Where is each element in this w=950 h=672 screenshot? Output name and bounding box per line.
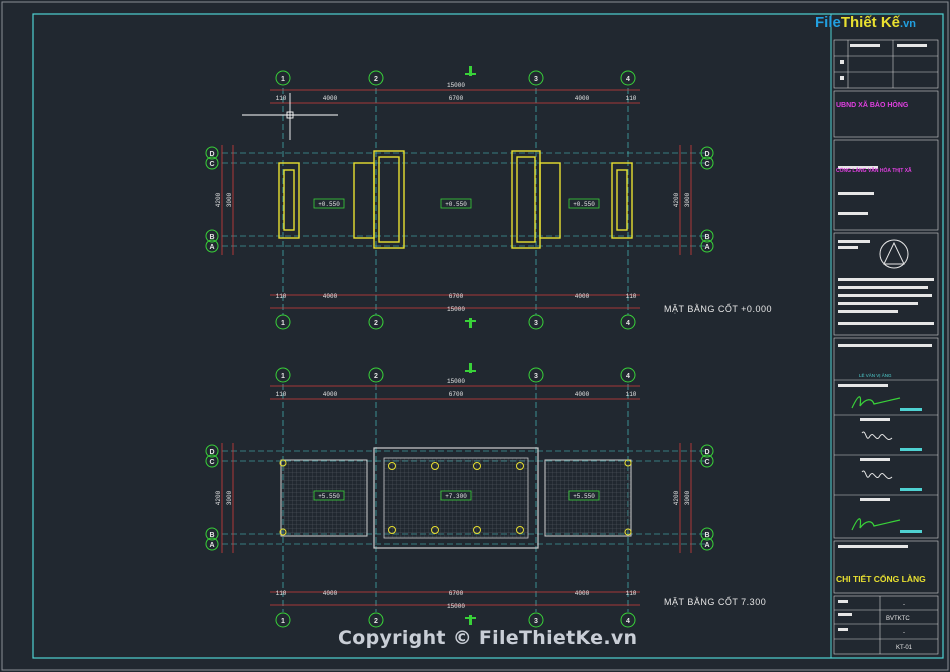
svg-text:B: B (209, 532, 214, 539)
grid-bubbles (205, 70, 714, 628)
svg-text:B: B (704, 532, 709, 539)
level-tag: +0.550 (445, 201, 467, 208)
svg-text:110: 110 (276, 590, 287, 597)
svg-text:3000: 3000 (226, 490, 233, 505)
svg-text:4000: 4000 (323, 293, 338, 300)
svg-text:2: 2 (374, 76, 378, 83)
svg-text:A: A (209, 244, 214, 251)
svg-text:3: 3 (534, 373, 538, 380)
grid-bubble-labels: 1234 1234 1234 1234 DCBA DCBA DCBA DCBA (209, 76, 709, 625)
svg-text:6700: 6700 (449, 95, 464, 102)
svg-text:1: 1 (281, 320, 285, 327)
svg-text:D: D (704, 151, 709, 158)
section-markers (465, 66, 476, 625)
svg-text:1: 1 (281, 76, 285, 83)
site-logo: FileThiết Kế.vn (815, 14, 935, 40)
drawing-border (32, 13, 944, 659)
svg-text:110: 110 (626, 391, 637, 398)
designer-name: LÊ VĂN VỊ ÂNG (859, 371, 892, 378)
svg-text:4: 4 (626, 320, 630, 327)
svg-text:3: 3 (534, 618, 538, 625)
svg-text:15000: 15000 (447, 82, 465, 89)
svg-text:A: A (704, 244, 709, 251)
level-tag: +5.550 (573, 493, 595, 500)
svg-text:110: 110 (626, 590, 637, 597)
svg-text:6700: 6700 (449, 391, 464, 398)
logo-vn: .vn (900, 18, 916, 30)
svg-text:4: 4 (626, 618, 630, 625)
svg-text:15000: 15000 (447, 306, 465, 313)
svg-text:4000: 4000 (575, 590, 590, 597)
plan-title: MẶT BẰNG CỐT +0.000 (664, 303, 772, 314)
svg-text:C: C (209, 459, 214, 466)
svg-text:C: C (704, 161, 709, 168)
svg-text:4200: 4200 (215, 490, 222, 505)
svg-text:4000: 4000 (323, 590, 338, 597)
svg-text:4200: 4200 (673, 192, 680, 207)
svg-text:110: 110 (276, 293, 287, 300)
svg-text:4000: 4000 (575, 293, 590, 300)
svg-text:110: 110 (276, 95, 287, 102)
svg-text:4000: 4000 (575, 391, 590, 398)
svg-text:1: 1 (281, 373, 285, 380)
svg-text:3: 3 (534, 76, 538, 83)
svg-text:4: 4 (626, 76, 630, 83)
title-block (833, 39, 939, 655)
svg-text:3000: 3000 (226, 192, 233, 207)
svg-text:110: 110 (276, 391, 287, 398)
svg-text:D: D (209, 151, 214, 158)
svg-text:110: 110 (626, 95, 637, 102)
svg-text:A: A (209, 542, 214, 549)
svg-text:4: 4 (626, 373, 630, 380)
svg-text:3000: 3000 (684, 490, 691, 505)
svg-text:4200: 4200 (215, 192, 222, 207)
owner-name: UBND XÃ BẢO HÒNG (836, 100, 909, 109)
logo-thietke: Thiết Kế (840, 14, 901, 31)
svg-text:6700: 6700 (449, 590, 464, 597)
svg-text:1: 1 (281, 618, 285, 625)
level-tag: +5.550 (318, 493, 340, 500)
cad-drawing-canvas[interactable]: +0.550 +0.550 +0.550 MẶT BẰNG CỐT +0.000 (0, 0, 950, 672)
sheet-title: CHI TIẾT CỔNG LÀNG (836, 573, 926, 584)
svg-text:6700: 6700 (449, 293, 464, 300)
level-tag: +0.550 (573, 201, 595, 208)
svg-text:3: 3 (534, 320, 538, 327)
svg-text:C: C (209, 161, 214, 168)
svg-text:4200: 4200 (673, 490, 680, 505)
svg-text:4000: 4000 (323, 95, 338, 102)
svg-text:110: 110 (626, 293, 637, 300)
plan-title: MẶT BẰNG CỐT 7.300 (664, 596, 766, 607)
svg-text:4000: 4000 (323, 391, 338, 398)
svg-text:2: 2 (374, 618, 378, 625)
svg-text:4000: 4000 (575, 95, 590, 102)
project-name: CỔNG LÀNG VĂN HÓA THỊT XÃ (836, 166, 912, 174)
dash: - (903, 630, 905, 636)
level-tag: +0.550 (318, 201, 340, 208)
svg-text:B: B (209, 234, 214, 241)
svg-text:A: A (704, 542, 709, 549)
svg-text:D: D (704, 449, 709, 456)
drawing-code: BVTKTC (886, 616, 910, 622)
sheet-number: KT-01 (896, 645, 913, 651)
svg-text:D: D (209, 449, 214, 456)
svg-text:C: C (704, 459, 709, 466)
level-tag: +7.300 (445, 493, 467, 500)
logo-file: File (815, 14, 841, 31)
svg-text:3000: 3000 (684, 192, 691, 207)
outer-frame (1, 1, 949, 671)
dash: - (903, 602, 905, 608)
svg-text:2: 2 (374, 320, 378, 327)
svg-text:2: 2 (374, 373, 378, 380)
svg-text:15000: 15000 (447, 603, 465, 610)
svg-text:B: B (704, 234, 709, 241)
copyright-watermark: Copyright © FileThietKe.vn (338, 627, 638, 649)
svg-text:15000: 15000 (447, 378, 465, 385)
